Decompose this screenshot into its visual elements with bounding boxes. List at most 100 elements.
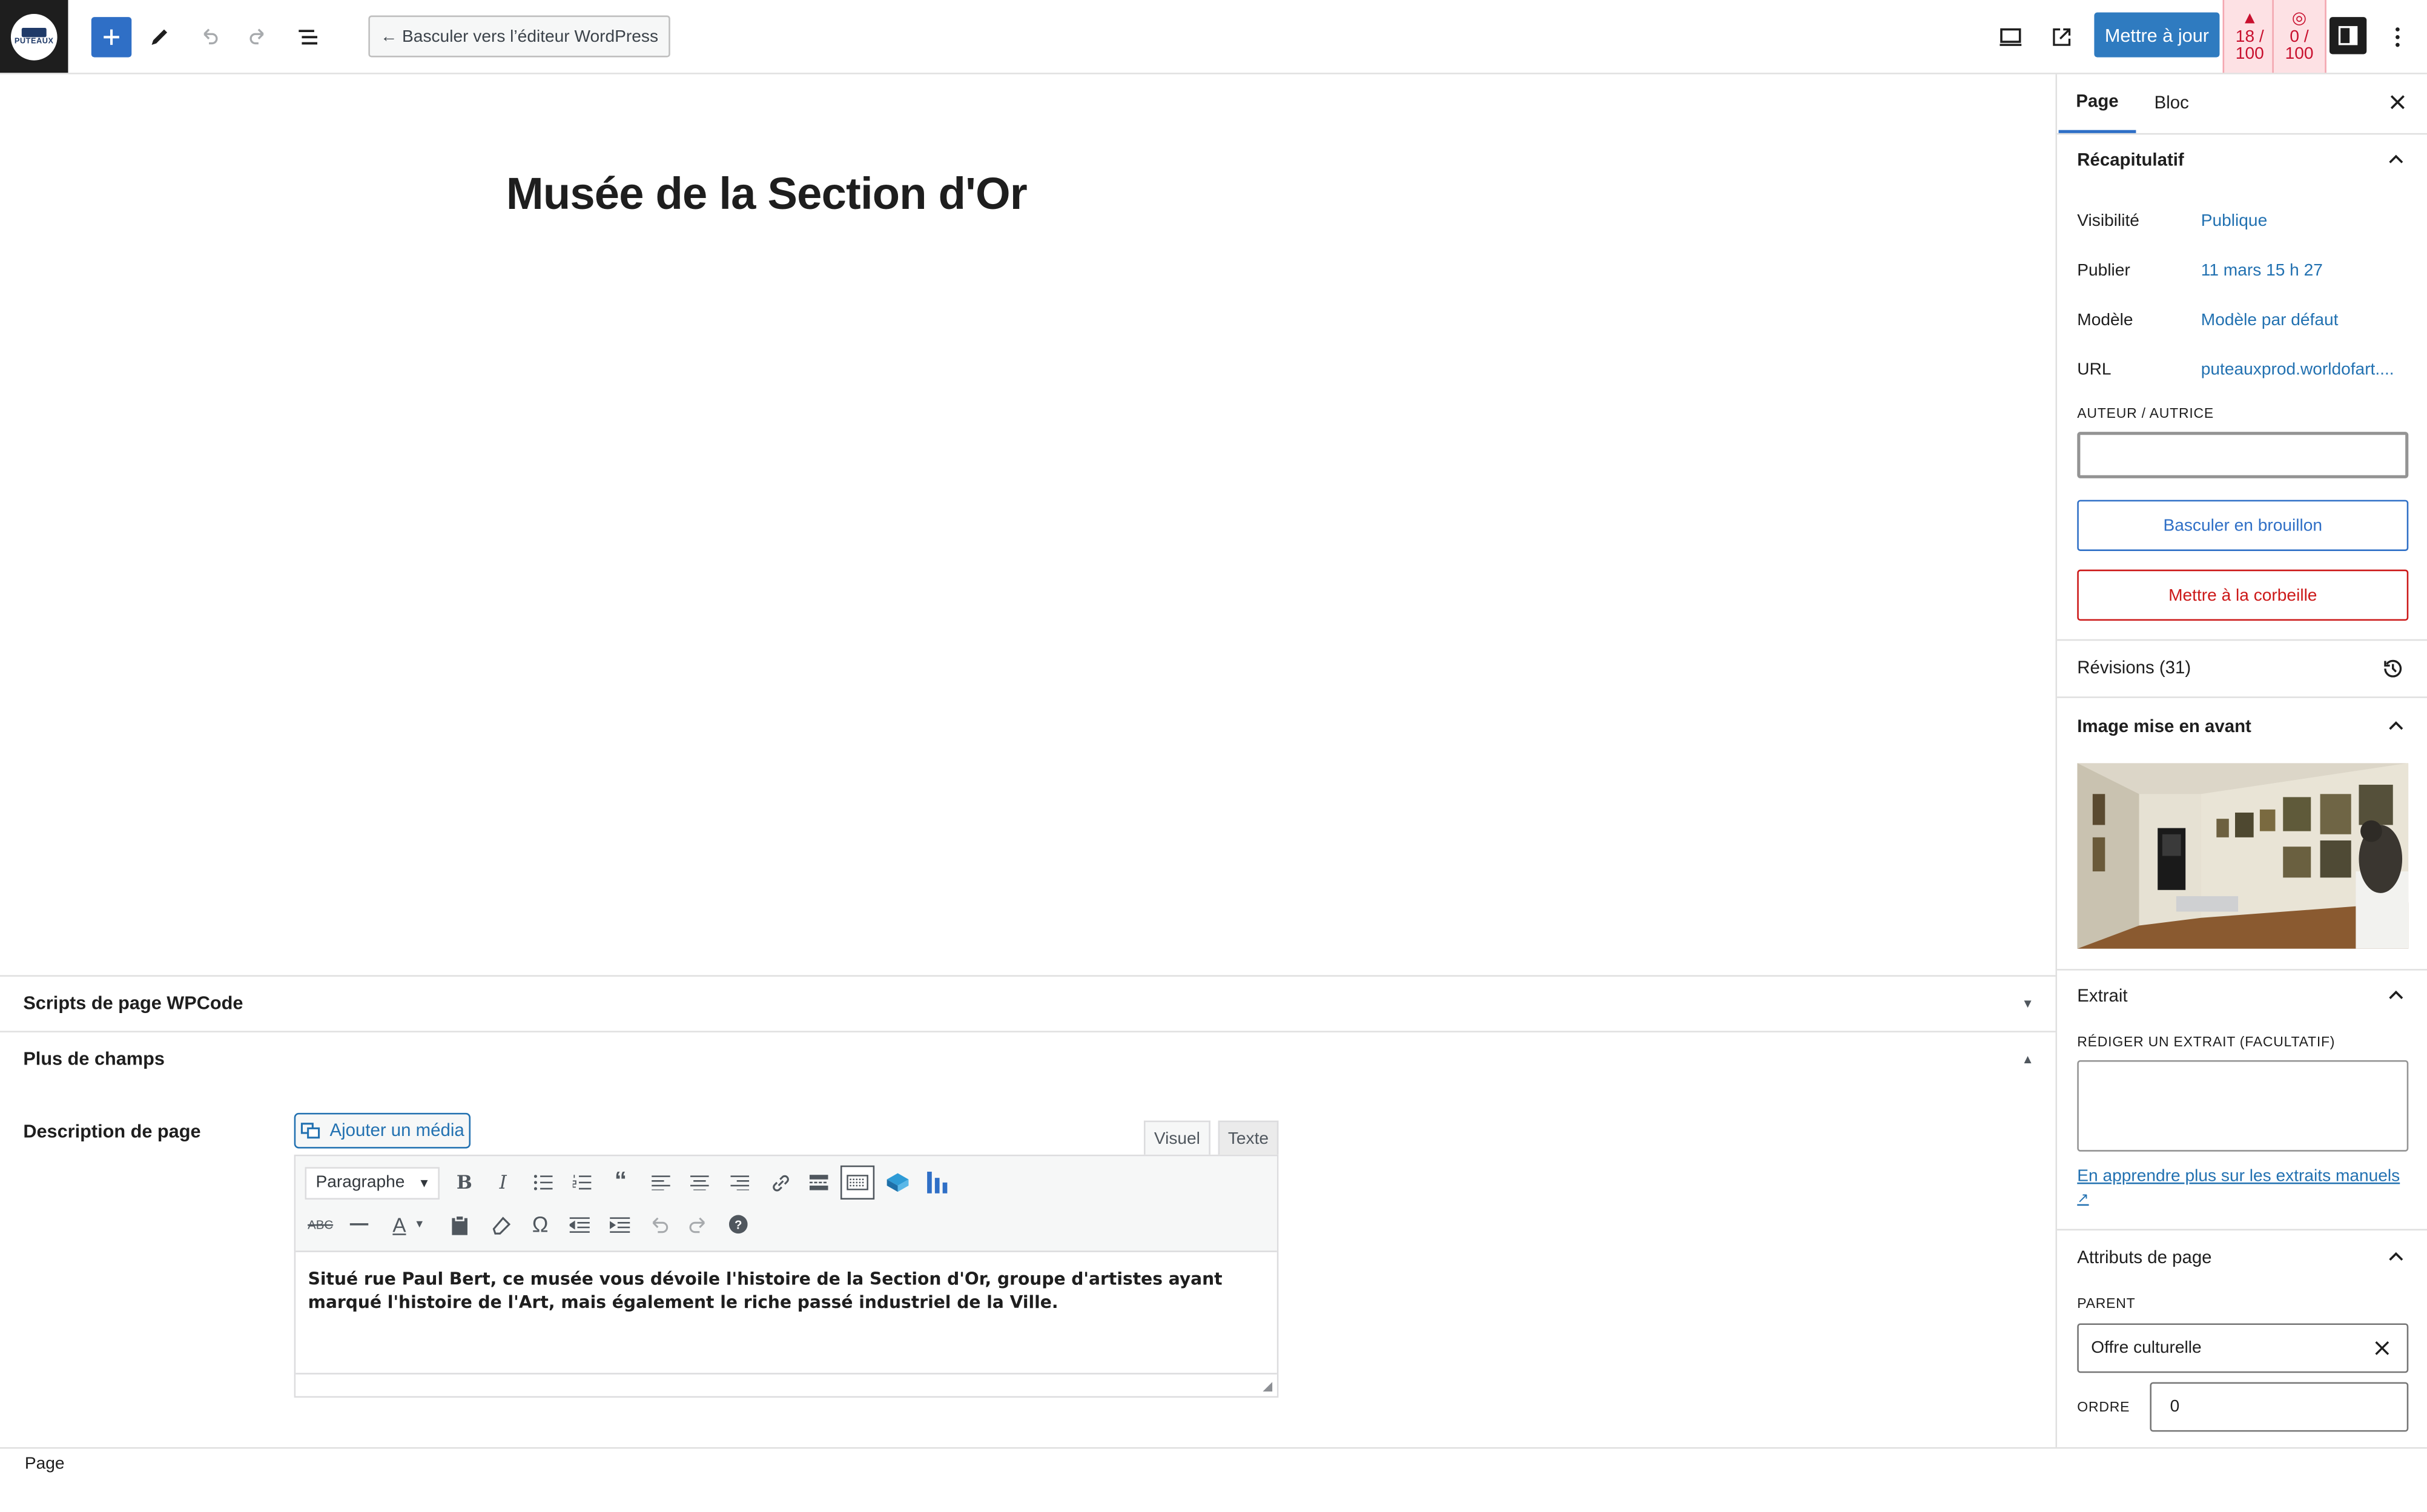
seo-score-icon: ▲ xyxy=(2241,8,2259,27)
bullet-list-icon[interactable] xyxy=(526,1166,560,1200)
editor-header: PUTEAUX ← Basculer vers l’éditeur WordPr… xyxy=(0,0,2427,74)
block-breadcrumb-bar: Page xyxy=(0,1447,2427,1512)
plus-icon xyxy=(104,29,119,45)
sidebar-toggle-icon xyxy=(2338,26,2358,45)
post-title[interactable]: Musée de la Section d'Or xyxy=(506,170,1028,221)
template-value[interactable]: Modèle par défaut xyxy=(2201,311,2339,330)
preview-button[interactable] xyxy=(1990,17,2030,57)
summary-toggle[interactable] xyxy=(2387,153,2406,165)
switch-to-wordpress-editor-button[interactable]: ← Basculer vers l’éditeur WordPress xyxy=(368,15,670,58)
format-select[interactable]: Paragraphe ▼ xyxy=(305,1167,440,1200)
redo-icon[interactable] xyxy=(681,1207,715,1241)
author-caption: AUTEUR / AUTRICE xyxy=(2077,405,2214,421)
close-icon xyxy=(2390,95,2405,110)
revisions-link[interactable]: Révisions (31) xyxy=(2077,659,2191,678)
publish-date-value[interactable]: 11 mars 15 h 27 xyxy=(2201,262,2323,280)
history-icon xyxy=(2384,659,2402,678)
editor-content[interactable]: Situé rue Paul Bert, ce musée vous dévoi… xyxy=(308,1267,1252,1314)
sidebar-tabs: Page Bloc xyxy=(2057,74,2427,135)
undo-button[interactable] xyxy=(189,17,229,57)
readability-score-badge[interactable]: ◎ 0 / 100 xyxy=(2272,0,2326,73)
bold-icon[interactable]: B xyxy=(447,1166,481,1200)
breadcrumb-page[interactable]: Page xyxy=(25,1455,65,1474)
url-label: URL xyxy=(2077,360,2112,380)
excerpt-help-link-text: En apprendre plus sur les extraits manue… xyxy=(2077,1167,2400,1186)
options-button[interactable] xyxy=(2377,17,2417,57)
switch-to-draft-button[interactable]: Basculer en brouillon xyxy=(2077,500,2409,551)
seo-score-badge[interactable]: ▲ 18 / 100 xyxy=(2222,0,2277,73)
tools-button[interactable] xyxy=(139,17,179,57)
plugin-cube-icon[interactable] xyxy=(880,1166,914,1200)
clear-formatting-icon[interactable] xyxy=(483,1207,517,1241)
metabox-title: Scripts de page WPCode xyxy=(23,992,243,1014)
parent-caption: PARENT xyxy=(2077,1295,2136,1312)
link-icon[interactable] xyxy=(763,1166,797,1200)
site-logo[interactable]: PUTEAUX xyxy=(0,0,68,73)
list-view-button[interactable] xyxy=(288,17,328,57)
excerpt-help-link[interactable]: En apprendre plus sur les extraits manue… xyxy=(2077,1166,2408,1209)
add-media-button[interactable]: Ajouter un média xyxy=(294,1112,471,1149)
featured-image-panel-title[interactable]: Image mise en avant xyxy=(2077,718,2251,737)
settings-sidebar-toggle-button[interactable] xyxy=(2329,17,2367,54)
summary-panel-title[interactable]: Récapitulatif xyxy=(2077,151,2184,170)
redo-button[interactable] xyxy=(239,17,279,57)
horizontal-line-icon[interactable] xyxy=(342,1207,376,1241)
visibility-label: Visibilité xyxy=(2077,212,2139,231)
text-color-caret-icon[interactable]: ▼ xyxy=(410,1207,429,1241)
help-icon[interactable]: ? xyxy=(721,1207,755,1241)
triangle-up-icon[interactable]: ▲ xyxy=(2021,1052,2033,1066)
divider xyxy=(2057,969,2427,971)
blockquote-icon[interactable]: “ xyxy=(604,1166,638,1200)
special-character-icon[interactable]: Ω xyxy=(523,1207,557,1241)
italic-icon[interactable]: I xyxy=(486,1166,520,1200)
move-to-trash-button[interactable]: Mettre à la corbeille xyxy=(2077,569,2409,621)
order-caption: ORDRE xyxy=(2077,1399,2130,1415)
featured-image-toggle[interactable] xyxy=(2387,720,2406,732)
order-input[interactable]: 0 xyxy=(2150,1382,2409,1432)
editor-statusbar: ◢ xyxy=(296,1373,1277,1396)
read-more-icon[interactable] xyxy=(802,1166,836,1200)
outdent-icon[interactable] xyxy=(562,1207,596,1241)
align-left-icon[interactable] xyxy=(644,1166,678,1200)
tab-visual[interactable]: Visuel xyxy=(1143,1120,1210,1155)
external-link-icon: ↗ xyxy=(2077,1190,2089,1206)
page-description-label: Description de page xyxy=(23,1120,201,1143)
page-attributes-toggle[interactable] xyxy=(2387,1250,2406,1263)
page-attributes-panel-title[interactable]: Attributs de page xyxy=(2077,1249,2211,1268)
more-fields-metabox[interactable]: Plus de champs ▲ xyxy=(0,1031,2056,1087)
align-center-icon[interactable] xyxy=(682,1166,716,1200)
url-value[interactable]: puteauxprod.worldofart.... xyxy=(2201,361,2394,380)
featured-image[interactable] xyxy=(2077,763,2409,949)
parent-page-select[interactable]: Offre culturelle xyxy=(2077,1323,2409,1373)
metabox-title: Plus de champs xyxy=(23,1048,165,1070)
strikethrough-icon[interactable]: ABC xyxy=(303,1207,337,1241)
svg-text:?: ? xyxy=(735,1218,742,1232)
visibility-value[interactable]: Publique xyxy=(2201,212,2267,231)
numbered-list-icon[interactable] xyxy=(565,1166,599,1200)
view-page-button[interactable] xyxy=(2041,17,2081,57)
close-sidebar-button[interactable] xyxy=(2388,93,2407,111)
revisions-button[interactable] xyxy=(2380,656,2405,681)
readability-score-icon: ◎ xyxy=(2291,8,2307,27)
undo-icon[interactable] xyxy=(641,1207,675,1241)
close-icon[interactable] xyxy=(2374,1341,2390,1356)
classic-editor: Paragraphe ▼ B I “ ABC A ▼ Ω ? Situé rue… xyxy=(294,1154,1279,1398)
align-right-icon[interactable] xyxy=(723,1166,757,1200)
excerpt-panel-title[interactable]: Extrait xyxy=(2077,988,2127,1006)
resize-handle-icon[interactable]: ◢ xyxy=(1263,1379,1272,1393)
paste-text-icon[interactable] xyxy=(443,1207,477,1241)
toolbar-toggle-icon[interactable] xyxy=(840,1165,875,1200)
tab-block[interactable]: Bloc xyxy=(2138,74,2205,133)
indent-icon[interactable] xyxy=(602,1207,636,1241)
add-block-button[interactable] xyxy=(91,17,132,58)
tab-page[interactable]: Page xyxy=(2058,74,2136,133)
divider xyxy=(2057,1229,2427,1231)
chart-plugin-icon[interactable] xyxy=(921,1166,955,1200)
wpcode-scripts-metabox[interactable]: Scripts de page WPCode ▼ xyxy=(0,975,2056,1031)
excerpt-textarea[interactable] xyxy=(2077,1060,2409,1152)
author-field[interactable] xyxy=(2077,432,2409,478)
excerpt-toggle[interactable] xyxy=(2387,989,2406,1001)
tab-text[interactable]: Texte xyxy=(1218,1120,1279,1155)
update-button[interactable]: Mettre à jour xyxy=(2094,12,2220,58)
triangle-down-icon[interactable]: ▼ xyxy=(2021,997,2033,1011)
